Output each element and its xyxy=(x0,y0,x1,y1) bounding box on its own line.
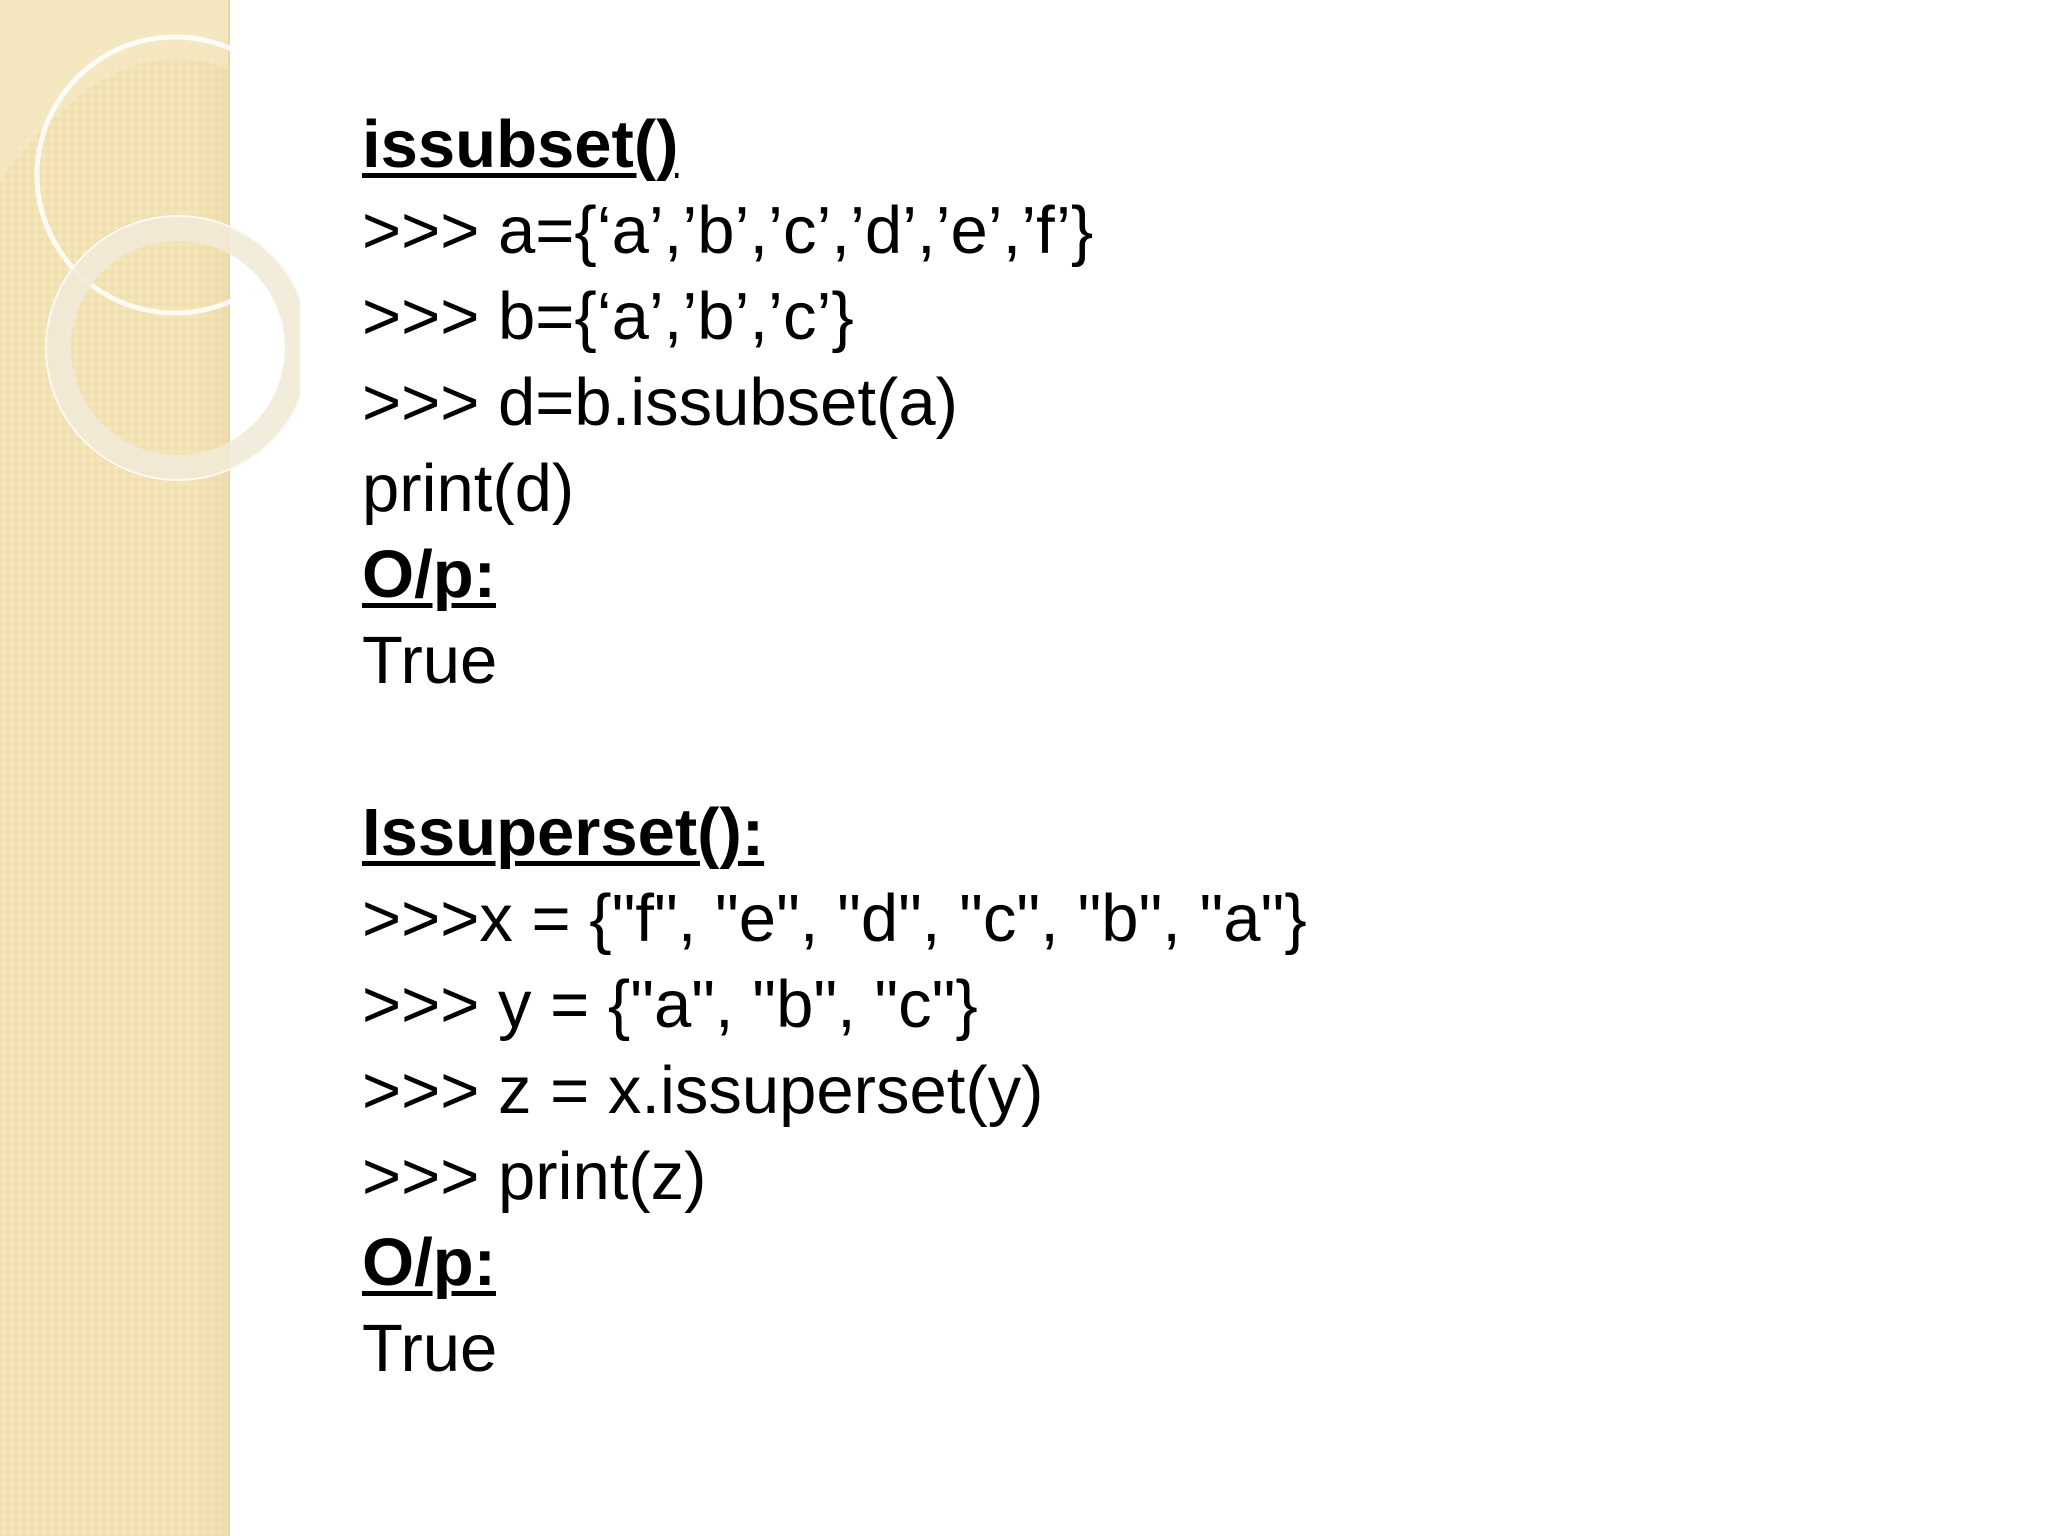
ring-highlight xyxy=(0,0,228,180)
slide: issubset() >>> a={‘a’,’b’,’c’,’d’,’e’,’f… xyxy=(0,0,2048,1536)
slide-content: issubset() >>> a={‘a’,’b’,’c’,’d’,’e’,’f… xyxy=(362,102,1307,1392)
code-line: >>> b={‘a’,’b’,’c’} xyxy=(362,279,854,354)
code-line: >>> print(z) xyxy=(362,1139,707,1214)
issuperset-heading: Issuperset(): xyxy=(362,795,765,870)
output-value: True xyxy=(362,623,498,698)
code-line: >>> a={‘a’,’b’,’c’,’d’,’e’,’f’} xyxy=(362,193,1094,268)
code-line: >>> d=b.issubset(a) xyxy=(362,365,958,440)
code-line: >>> z = x.issuperset(y) xyxy=(362,1053,1044,1128)
code-line: >>> y = {"a", "b", "c"} xyxy=(362,967,978,1042)
output-value: True xyxy=(362,1311,498,1386)
decorative-rings xyxy=(0,0,300,481)
thick-ring xyxy=(45,215,300,481)
code-line: print(d) xyxy=(362,451,575,526)
issubset-heading: issubset() xyxy=(362,107,679,182)
output-label: O/p: xyxy=(362,1225,496,1300)
code-line: >>>x = {"f", "e", "d", "c", "b", "a"} xyxy=(362,881,1307,956)
output-label: O/p: xyxy=(362,537,496,612)
